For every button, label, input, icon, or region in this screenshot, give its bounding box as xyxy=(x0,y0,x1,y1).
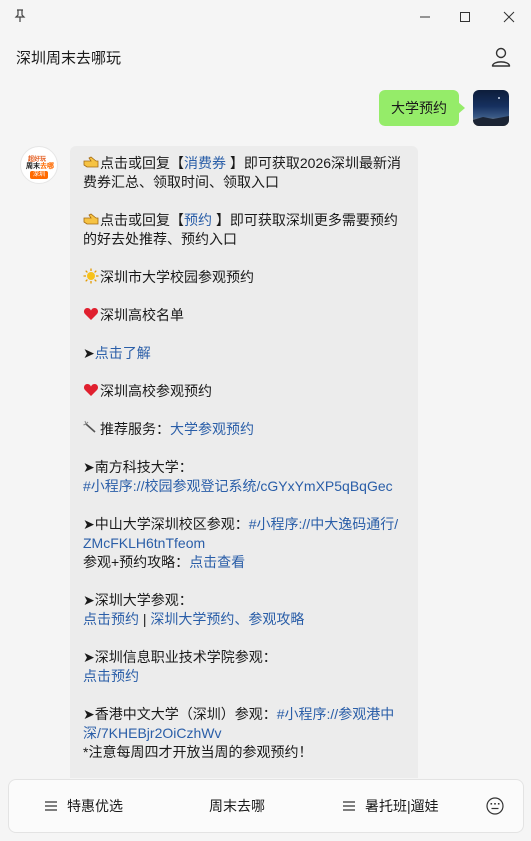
minimize-icon[interactable] xyxy=(414,6,436,28)
chat-area[interactable]: 大学预约 超好玩 周末去哪 深圳 点击或回复【消费券 】即可获取2026深圳最新… xyxy=(0,80,531,778)
outgoing-message: 大学预约 xyxy=(379,90,465,126)
message-line: ➤中山大学深圳校区参观：#小程序://中大逸码通行/ xyxy=(83,516,399,532)
sysu-miniprogram-link-cont[interactable]: ZMcFKLH6tnTfeom xyxy=(83,534,406,553)
learn-more-link[interactable]: 点击了解 xyxy=(95,345,151,361)
message-line: 参观+预约攻略：点击查看 xyxy=(83,554,246,570)
reservation-link[interactable]: 预约 xyxy=(184,212,212,228)
pin-icon[interactable] xyxy=(13,9,27,23)
view-guide-link[interactable]: 点击查看 xyxy=(189,554,245,570)
message-line: 深圳市大学校园参观预约 xyxy=(83,268,406,287)
bot-avatar-tag: 深圳 xyxy=(30,171,48,179)
message-line: ➤南方科技大学： xyxy=(83,459,193,475)
message-line: 点击或回复【消费券 】即可获取2026深圳最新消 xyxy=(83,154,406,173)
sziit-reserve-link[interactable]: 点击预约 xyxy=(83,667,406,686)
menu-item-deals[interactable]: 特惠优选 xyxy=(45,780,123,832)
menu-item-label: 暑托班|遛娃 xyxy=(365,798,439,814)
university-visit-link[interactable]: 大学参观预约 xyxy=(170,421,254,437)
pointing-hand-icon xyxy=(83,213,99,225)
message-line: 推荐服务：大学参观预约 xyxy=(83,420,406,439)
incoming-message: 点击或回复【消费券 】即可获取2026深圳最新消 费券汇总、领取时间、领取入口 … xyxy=(70,146,418,778)
title-bar xyxy=(0,0,531,34)
cuhksz-miniprogram-link-cont[interactable]: 深/7KHEBjr2OiCzhWv xyxy=(83,724,406,743)
menu-item-weekend[interactable]: 周末去哪 xyxy=(209,780,265,832)
bot-avatar[interactable]: 超好玩 周末去哪 深圳 xyxy=(20,146,58,184)
user-icon[interactable] xyxy=(490,46,512,68)
szu-reserve-link[interactable]: 点击预约 xyxy=(83,611,139,627)
message-line: ➤香港中文大学（深圳）参观：#小程序://参观港中 xyxy=(83,706,395,722)
menu-icon xyxy=(343,801,355,811)
message-line: 的好去处推荐、预约入口 xyxy=(83,231,237,247)
menu-item-label: 周末去哪 xyxy=(209,798,265,814)
message-line: ➤深圳信息职业技术学院参观： xyxy=(83,649,277,665)
close-icon[interactable] xyxy=(498,6,520,28)
coupon-link[interactable]: 消费券 xyxy=(184,155,226,171)
message-line: ➤深圳大学参观： xyxy=(83,592,193,608)
sustech-miniprogram-link[interactable]: #小程序://校园参观登记系统/cGYxYmXP5qBqGec xyxy=(83,477,406,496)
keyboard-icon[interactable] xyxy=(486,797,504,815)
menu-icon xyxy=(45,801,57,811)
heart-icon xyxy=(83,384,99,396)
chat-header: 深圳周末去哪玩 xyxy=(0,34,531,80)
bottom-menu-bar: 特惠优选 周末去哪 暑托班|遛娃 xyxy=(8,779,524,833)
sysu-miniprogram-link[interactable]: #小程序://中大逸码通行/ xyxy=(249,516,398,532)
message-line: 深圳高校名单 xyxy=(83,306,406,325)
maximize-icon[interactable] xyxy=(454,6,476,28)
menu-item-summer-camp[interactable]: 暑托班|遛娃 xyxy=(343,780,439,832)
message-line: 费券汇总、领取时间、领取入口 xyxy=(83,174,279,190)
pointing-hand-icon xyxy=(83,156,99,168)
cuhksz-miniprogram-link[interactable]: #小程序://参观港中 xyxy=(277,706,394,722)
sun-icon xyxy=(83,268,99,284)
sparkle-icon xyxy=(83,420,96,433)
message-line: ➤点击了解 xyxy=(83,345,151,361)
message-line: *注意每周四才开放当周的参观预约！ xyxy=(83,744,313,760)
menu-item-label: 特惠优选 xyxy=(67,798,123,814)
heart-icon xyxy=(83,308,99,320)
message-line: 深圳高校参观预约 xyxy=(83,382,406,401)
bot-avatar-mid: 周末去哪 xyxy=(26,163,54,170)
chat-title: 深圳周末去哪玩 xyxy=(16,50,122,67)
message-line: 点击预约 | 深圳大学预约、参观攻略 xyxy=(83,611,305,627)
user-avatar[interactable] xyxy=(473,90,509,126)
szu-guide-link[interactable]: 深圳大学预约、参观攻略 xyxy=(150,611,304,627)
message-line: 点击或回复【预约 】即可获取深圳更多需要预约 xyxy=(83,211,406,230)
